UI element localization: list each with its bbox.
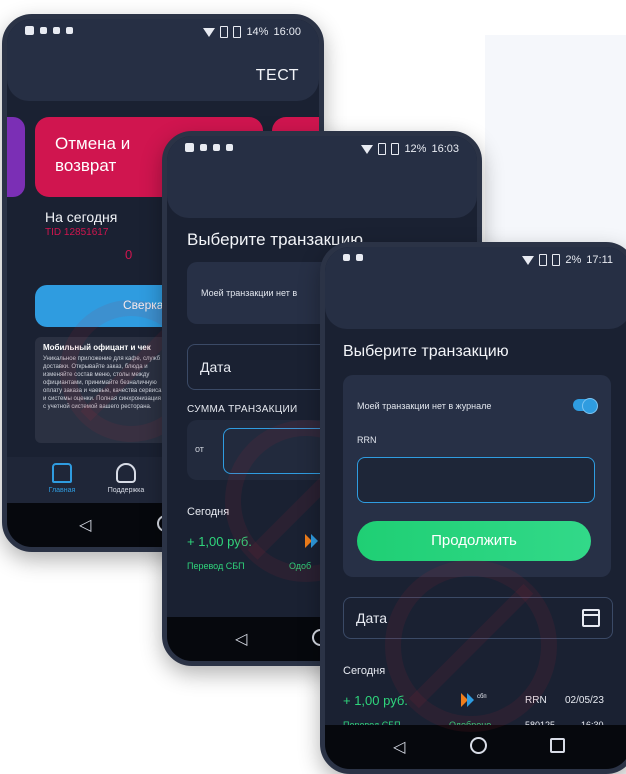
nfc-icon — [66, 27, 73, 34]
today-value: 0 — [125, 247, 133, 262]
toggle-knob — [582, 398, 598, 414]
sum-label: СУММА ТРАНЗАКЦИИ — [187, 404, 298, 415]
wifi-icon — [522, 255, 535, 265]
battery-saver-icon — [185, 143, 194, 152]
settings-icon — [200, 144, 207, 151]
no-transaction-toggle-label: Моей транзакции нет в журнале — [357, 401, 492, 411]
rrn-label: RRN — [357, 435, 377, 445]
settings-icon — [53, 27, 60, 34]
date-field-label: Дата — [356, 610, 388, 626]
today-label: Сегодня — [343, 665, 386, 677]
transaction-date: 02/05/23 — [565, 695, 604, 706]
clock: 17:11 — [586, 254, 613, 266]
continue-button[interactable]: Продолжить — [357, 521, 591, 561]
back-icon[interactable]: ◁ — [235, 629, 247, 649]
sim-icon — [539, 254, 548, 266]
clock: 16:03 — [431, 143, 459, 155]
settings-icon — [343, 254, 350, 261]
back-icon[interactable]: ◁ — [79, 515, 91, 535]
rrn-search-card: Моей транзакции нет в журнале RRN Продол… — [343, 375, 611, 577]
sim-icon — [378, 143, 387, 155]
home-nav-icon[interactable] — [470, 737, 487, 754]
sim-icon — [220, 26, 229, 38]
image-icon — [213, 144, 220, 151]
tab-home-label: Главная — [48, 487, 76, 494]
rrn-input[interactable] — [357, 457, 595, 503]
page-title: ТЕСТ — [255, 67, 299, 84]
tab-home[interactable]: Главная — [27, 463, 97, 494]
today-label: На сегодня — [45, 209, 118, 225]
battery-percent: 14% — [246, 26, 269, 38]
no-transaction-toggle[interactable] — [573, 398, 598, 414]
calendar-icon[interactable] — [582, 609, 600, 627]
page-heading: Выберите транзакцию — [343, 343, 509, 360]
no-transaction-toggle-label: Моей транзакции нет в — [201, 288, 298, 298]
battery-percent: 12% — [404, 143, 427, 155]
menu-card-previous[interactable] — [7, 117, 25, 197]
nfc-icon — [226, 144, 233, 151]
home-icon — [52, 463, 72, 483]
transaction-type: Перевод СБП — [187, 561, 245, 571]
status-bar: 2% 17:11 — [325, 247, 626, 273]
clock: 16:00 — [273, 26, 301, 38]
tab-support-label: Поддержка — [107, 487, 145, 494]
sum-from-label: от — [195, 444, 204, 454]
wifi-icon — [203, 27, 216, 37]
battery-saver-icon — [25, 26, 34, 35]
tab-support[interactable]: Поддержка — [91, 463, 161, 494]
status-bar: 14% 16:00 — [7, 19, 319, 45]
battery-percent: 2% — [565, 254, 582, 266]
back-icon[interactable]: ◁ — [393, 737, 405, 757]
recents-icon[interactable] — [550, 738, 565, 753]
nfc-icon — [356, 254, 363, 261]
terminal-id: TID 12851617 — [45, 227, 109, 238]
wifi-icon — [361, 144, 374, 154]
today-label: Сегодня — [187, 506, 230, 518]
transaction-amount[interactable]: + 1,00 руб. — [343, 693, 408, 708]
status-bar: 12% 16:03 — [167, 136, 477, 162]
battery-icon — [233, 26, 242, 38]
date-field-label: Дата — [200, 359, 232, 375]
refund-card-label: Отмена и возврат — [55, 134, 131, 175]
battery-icon — [552, 254, 561, 266]
prohibition-watermark-icon — [385, 560, 557, 732]
image-icon — [40, 27, 47, 34]
headset-icon — [116, 463, 136, 483]
battery-icon — [391, 143, 400, 155]
